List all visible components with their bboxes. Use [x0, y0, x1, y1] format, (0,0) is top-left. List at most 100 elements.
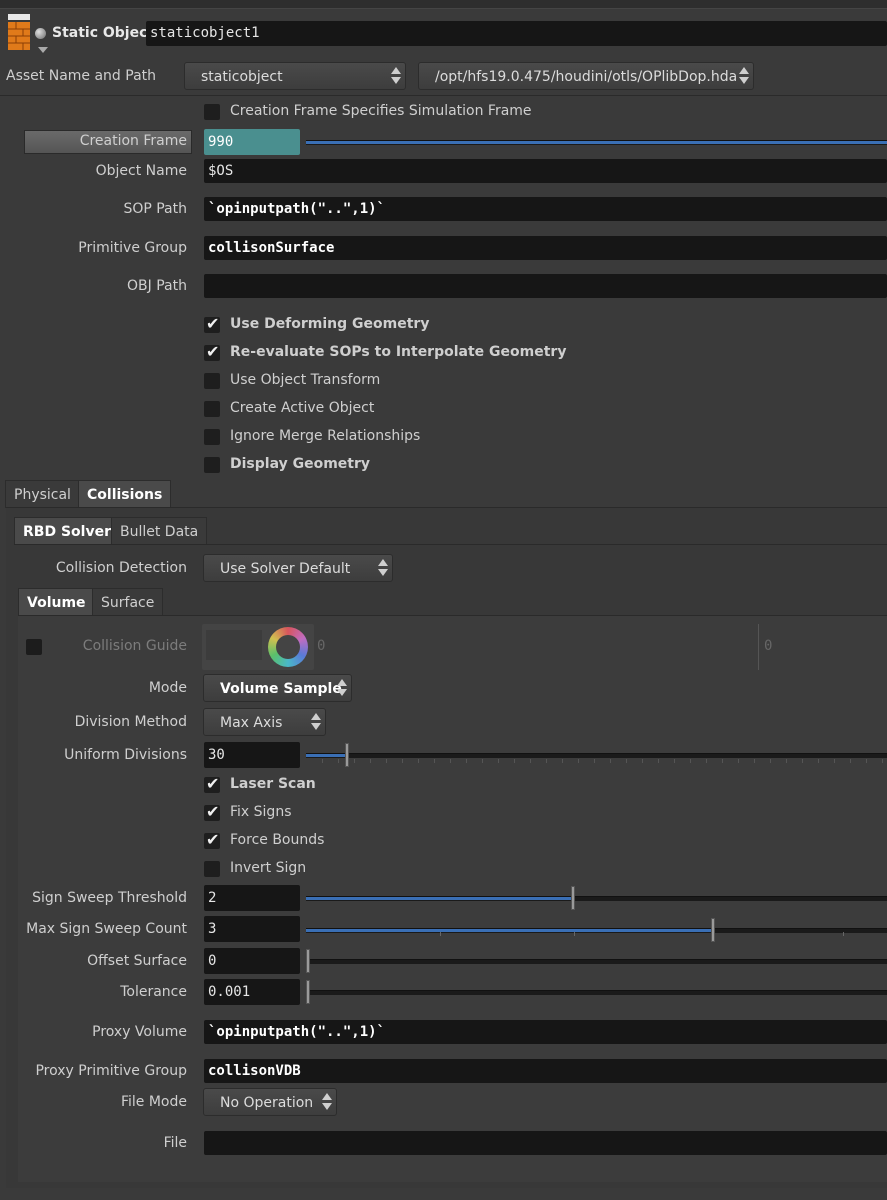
creation-frame-specifies-checkbox[interactable] — [204, 104, 220, 120]
laser-scan-checkbox[interactable]: ✔ — [204, 774, 220, 793]
guide-value-2: 0 — [764, 638, 773, 654]
tolerance-slider[interactable] — [306, 980, 887, 1004]
division-method-label: Division Method — [74, 714, 187, 730]
sop-path-label: SOP Path — [123, 201, 187, 217]
toggle-label: Use Deforming Geometry — [230, 316, 430, 332]
asset-name-value: staticobject — [201, 69, 283, 85]
slider-fill — [306, 897, 574, 900]
file-mode-combo[interactable]: No Operation — [203, 1088, 337, 1116]
display-geometry-checkbox[interactable] — [204, 457, 220, 473]
creation-frame-label: Creation Frame — [79, 133, 187, 149]
use-deforming-geometry-checkbox[interactable]: ✔ — [204, 314, 220, 333]
sop-path-field[interactable]: `opinputpath("..",1)` — [204, 197, 887, 221]
use-object-transform-checkbox[interactable] — [204, 373, 220, 389]
reevaluate-sops-checkbox[interactable]: ✔ — [204, 342, 220, 361]
laser-scan-label: Laser Scan — [230, 776, 316, 792]
combo-arrows-icon — [378, 559, 388, 577]
slider-ticks — [322, 759, 887, 763]
mode-label: Mode — [148, 680, 187, 696]
chevron-down-icon[interactable] — [38, 47, 48, 53]
fix-signs-checkbox[interactable]: ✔ — [204, 802, 220, 821]
node-icon[interactable] — [6, 12, 34, 54]
mode-combo[interactable]: Volume Sample — [203, 674, 352, 702]
file-mode-value: No Operation — [220, 1095, 314, 1111]
proxy-volume-field[interactable]: `opinputpath("..",1)` — [204, 1020, 887, 1044]
division-method-combo[interactable]: Max Axis — [203, 708, 326, 736]
proxy-primitive-group-label: Proxy Primitive Group — [35, 1063, 187, 1079]
file-label: File — [163, 1135, 187, 1151]
collision-detection-label: Collision Detection — [55, 560, 187, 576]
creation-frame-specifies-label: Creation Frame Specifies Simulation Fram… — [230, 103, 532, 119]
invert-sign-label: Invert Sign — [230, 860, 307, 876]
offset-surface-slider[interactable] — [306, 949, 887, 973]
ignore-merge-relationships-checkbox[interactable] — [204, 429, 220, 445]
obj-path-field[interactable] — [204, 274, 887, 298]
mode-value: Volume Sample — [220, 681, 342, 697]
file-field[interactable] — [204, 1131, 887, 1155]
primitive-group-field[interactable]: collisonSurface — [204, 236, 887, 260]
max-sign-sweep-count-slider[interactable] — [306, 918, 887, 942]
node-name-field[interactable]: staticobject1 — [146, 21, 887, 46]
tab-surface[interactable]: Surface — [92, 588, 164, 616]
collision-guide-checkbox[interactable] — [26, 639, 42, 655]
slider-handle[interactable] — [306, 949, 310, 973]
slider-handle[interactable] — [571, 886, 576, 910]
create-active-object-checkbox[interactable] — [204, 401, 220, 417]
asset-label: Asset Name and Path — [6, 68, 157, 84]
max-sign-sweep-count-field[interactable]: 3 — [204, 916, 300, 942]
checkmark-icon: ✔ — [206, 774, 220, 793]
max-sign-sweep-count-label: Max Sign Sweep Count — [26, 921, 187, 937]
sign-sweep-threshold-field[interactable]: 2 — [204, 885, 300, 911]
slider-handle[interactable] — [710, 918, 715, 942]
force-bounds-checkbox[interactable]: ✔ — [204, 830, 220, 849]
tab-rbd-solver[interactable]: RBD Solver — [14, 517, 120, 545]
force-bounds-label: Force Bounds — [230, 832, 325, 848]
toggle-label: Re-evaluate SOPs to Interpolate Geometry — [230, 344, 567, 360]
combo-arrows-icon — [391, 67, 401, 85]
combo-arrows-icon — [322, 1093, 332, 1111]
tolerance-field[interactable]: 0.001 — [204, 979, 300, 1005]
file-mode-label: File Mode — [120, 1094, 187, 1110]
sign-sweep-threshold-label: Sign Sweep Threshold — [32, 890, 187, 906]
sign-sweep-threshold-slider[interactable] — [306, 886, 887, 910]
proxy-volume-label: Proxy Volume — [92, 1024, 187, 1040]
tab-physical[interactable]: Physical — [5, 480, 80, 508]
object-name-field[interactable]: $OS — [204, 159, 887, 183]
slider-tick — [574, 932, 575, 936]
toggle-label: Display Geometry — [230, 456, 370, 472]
checkmark-icon: ✔ — [206, 342, 220, 361]
tab-bullet-data[interactable]: Bullet Data — [111, 517, 208, 545]
asset-path-combo[interactable]: /opt/hfs19.0.475/houdini/otls/OPlibDop.h… — [418, 62, 754, 90]
combo-arrows-icon — [337, 679, 347, 697]
guide-value-1: 0 — [317, 638, 326, 654]
toggle-label: Ignore Merge Relationships — [230, 428, 421, 444]
color-wheel-icon[interactable] — [268, 627, 308, 667]
division-method-value: Max Axis — [220, 715, 283, 731]
combo-arrows-icon — [311, 713, 321, 731]
tolerance-label: Tolerance — [120, 984, 187, 1000]
fix-signs-label: Fix Signs — [230, 804, 292, 820]
invert-sign-checkbox[interactable] — [204, 861, 220, 877]
uniform-divisions-slider[interactable] — [306, 743, 887, 767]
tab-volume[interactable]: Volume — [18, 588, 95, 616]
checkmark-icon: ✔ — [206, 314, 220, 333]
collision-guide-color-swatch[interactable] — [202, 624, 314, 670]
slider-handle[interactable] — [306, 980, 310, 1004]
slider-handle[interactable] — [344, 743, 349, 767]
tab-collisions[interactable]: Collisions — [78, 480, 172, 508]
guide-divider — [758, 624, 759, 670]
asset-path-value: /opt/hfs19.0.475/houdini/otls/OPlibDop.h… — [435, 69, 738, 85]
primitive-group-label: Primitive Group — [78, 240, 187, 256]
sphere-icon — [35, 28, 46, 39]
toggle-label: Use Object Transform — [230, 372, 381, 388]
offset-surface-field[interactable]: 0 — [204, 948, 300, 974]
uniform-divisions-field[interactable]: 30 — [204, 742, 300, 768]
asset-name-combo[interactable]: staticobject — [184, 62, 406, 90]
creation-frame-slider[interactable] — [306, 140, 887, 145]
combo-arrows-icon — [739, 67, 749, 85]
object-name-label: Object Name — [95, 163, 187, 179]
creation-frame-field[interactable]: 990 — [204, 129, 300, 155]
collision-detection-combo[interactable]: Use Solver Default — [203, 554, 393, 582]
collision-guide-label: Collision Guide — [82, 638, 187, 654]
proxy-primitive-group-field[interactable]: collisonVDB — [204, 1059, 887, 1083]
